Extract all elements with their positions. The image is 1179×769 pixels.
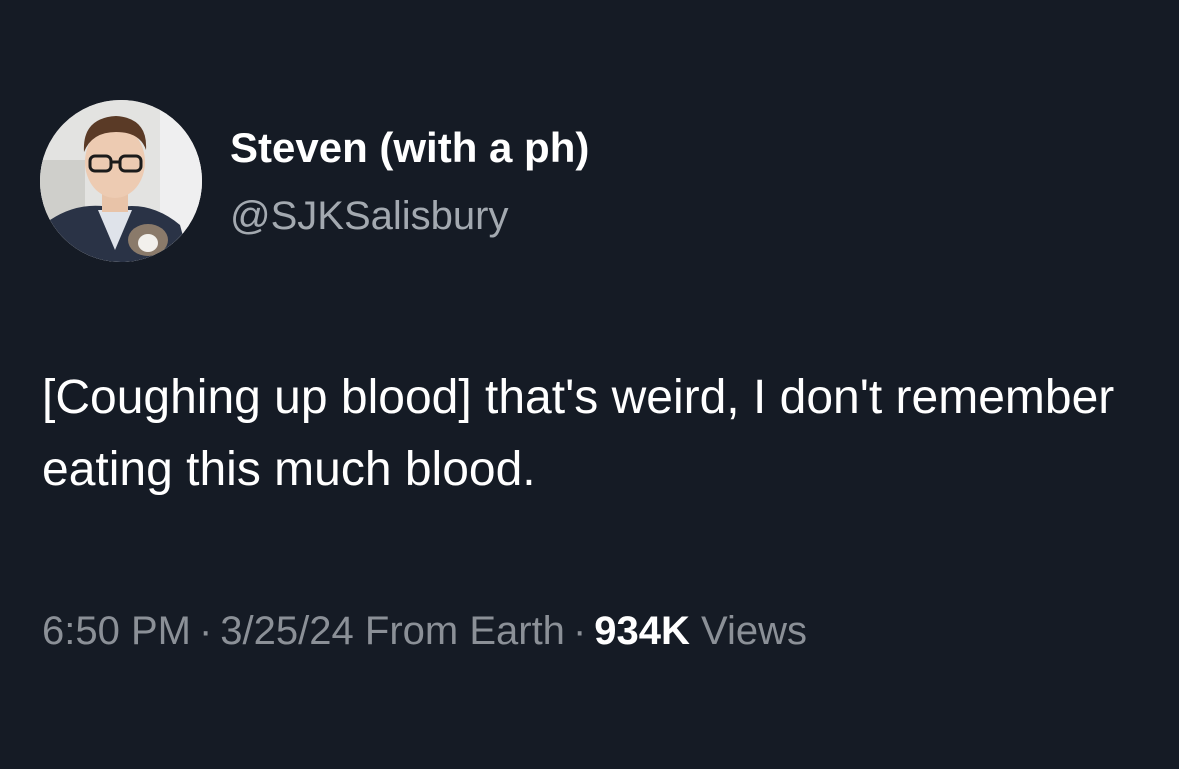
tweet-meta: 6:50 PM · 3/25/24 From Earth · 934K Views (42, 605, 807, 657)
profile-photo-avatar-icon (40, 100, 202, 262)
views-label[interactable]: Views (701, 609, 807, 653)
tweet-text: [Coughing up blood] that's weird, I don'… (42, 371, 1115, 496)
user-handle[interactable]: @SJKSalisbury (230, 192, 508, 240)
separator-dot: · (198, 609, 213, 653)
tweet-source: From Earth (364, 609, 565, 653)
tweet-date[interactable]: 3/25/24 (220, 609, 353, 653)
avatar[interactable] (40, 100, 202, 262)
display-name[interactable]: Steven (with a ph) (230, 123, 589, 173)
tweet-time[interactable]: 6:50 PM (42, 609, 191, 653)
views-count[interactable]: 934K (594, 609, 690, 653)
tweet-card: Steven (with a ph) @SJKSalisbury [Coughi… (0, 0, 1179, 769)
separator-dot: · (572, 609, 587, 653)
